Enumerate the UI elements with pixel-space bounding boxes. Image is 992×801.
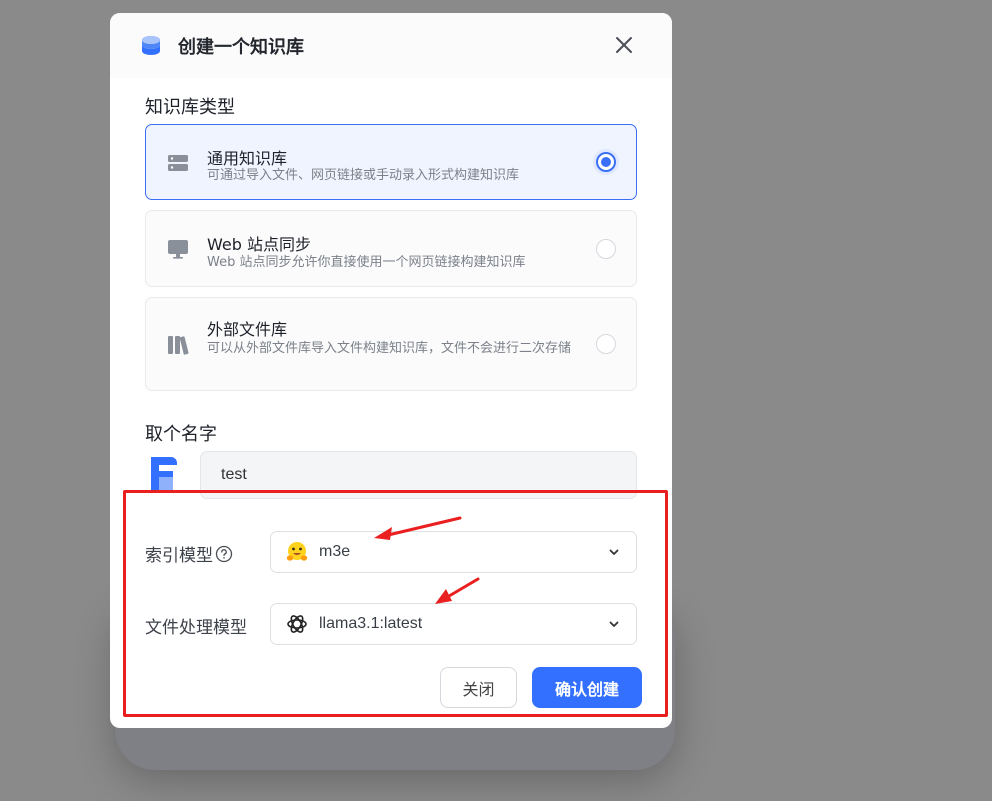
option-title: 外部文件库: [207, 320, 288, 339]
radio-general[interactable]: [596, 152, 616, 172]
index-model-label: 索引模型: [145, 541, 233, 566]
option-title: 通用知识库: [207, 149, 288, 168]
database-icon: [138, 33, 164, 59]
chevron-down-icon: [608, 618, 620, 630]
option-desc: 可以从外部文件库导入文件构建知识库，文件不会进行二次存储: [207, 341, 572, 356]
help-icon[interactable]: [215, 545, 233, 563]
kb-type-option-web[interactable]: Web 站点同步 Web 站点同步允许你直接使用一个网页链接构建知识库: [145, 210, 637, 287]
file-model-label: 文件处理模型: [145, 613, 247, 638]
option-title: Web 站点同步: [207, 235, 311, 254]
monitor-icon: [166, 237, 190, 261]
kb-type-label: 知识库类型: [145, 97, 235, 118]
kb-name-input[interactable]: [200, 451, 637, 499]
server-icon: [166, 151, 190, 175]
kb-type-option-general[interactable]: 通用知识库 可通过导入文件、网页链接或手动录入形式构建知识库: [145, 124, 637, 200]
books-icon: [166, 333, 190, 357]
close-icon[interactable]: [612, 33, 636, 57]
option-desc: Web 站点同步允许你直接使用一个网页链接构建知识库: [207, 255, 526, 270]
name-label: 取个名字: [145, 424, 217, 445]
file-model-label-text: 文件处理模型: [145, 618, 247, 638]
index-model-value: m3e: [319, 543, 351, 560]
create-kb-modal: 创建一个知识库 知识库类型 通用知识库 可通过导入文件、网页链接或手动录入形式构…: [110, 13, 672, 728]
radio-web[interactable]: [596, 239, 616, 259]
modal-title: 创建一个知识库: [178, 36, 304, 58]
chevron-down-icon: [608, 546, 620, 558]
huggingface-icon: [285, 540, 309, 564]
close-button[interactable]: 关闭: [440, 667, 517, 708]
file-model-value: llama3.1:latest: [319, 615, 423, 632]
modal-header: 创建一个知识库: [110, 13, 672, 78]
index-model-select[interactable]: m3e: [270, 531, 637, 573]
radio-external[interactable]: [596, 334, 616, 354]
file-model-select[interactable]: llama3.1:latest: [270, 603, 637, 645]
kb-avatar-icon[interactable]: [147, 453, 181, 493]
confirm-create-button[interactable]: 确认创建: [532, 667, 642, 708]
kb-type-option-external[interactable]: 外部文件库 可以从外部文件库导入文件构建知识库，文件不会进行二次存储: [145, 297, 637, 391]
option-desc: 可通过导入文件、网页链接或手动录入形式构建知识库: [207, 168, 520, 183]
index-model-label-text: 索引模型: [145, 546, 213, 566]
openai-icon: [285, 612, 309, 636]
